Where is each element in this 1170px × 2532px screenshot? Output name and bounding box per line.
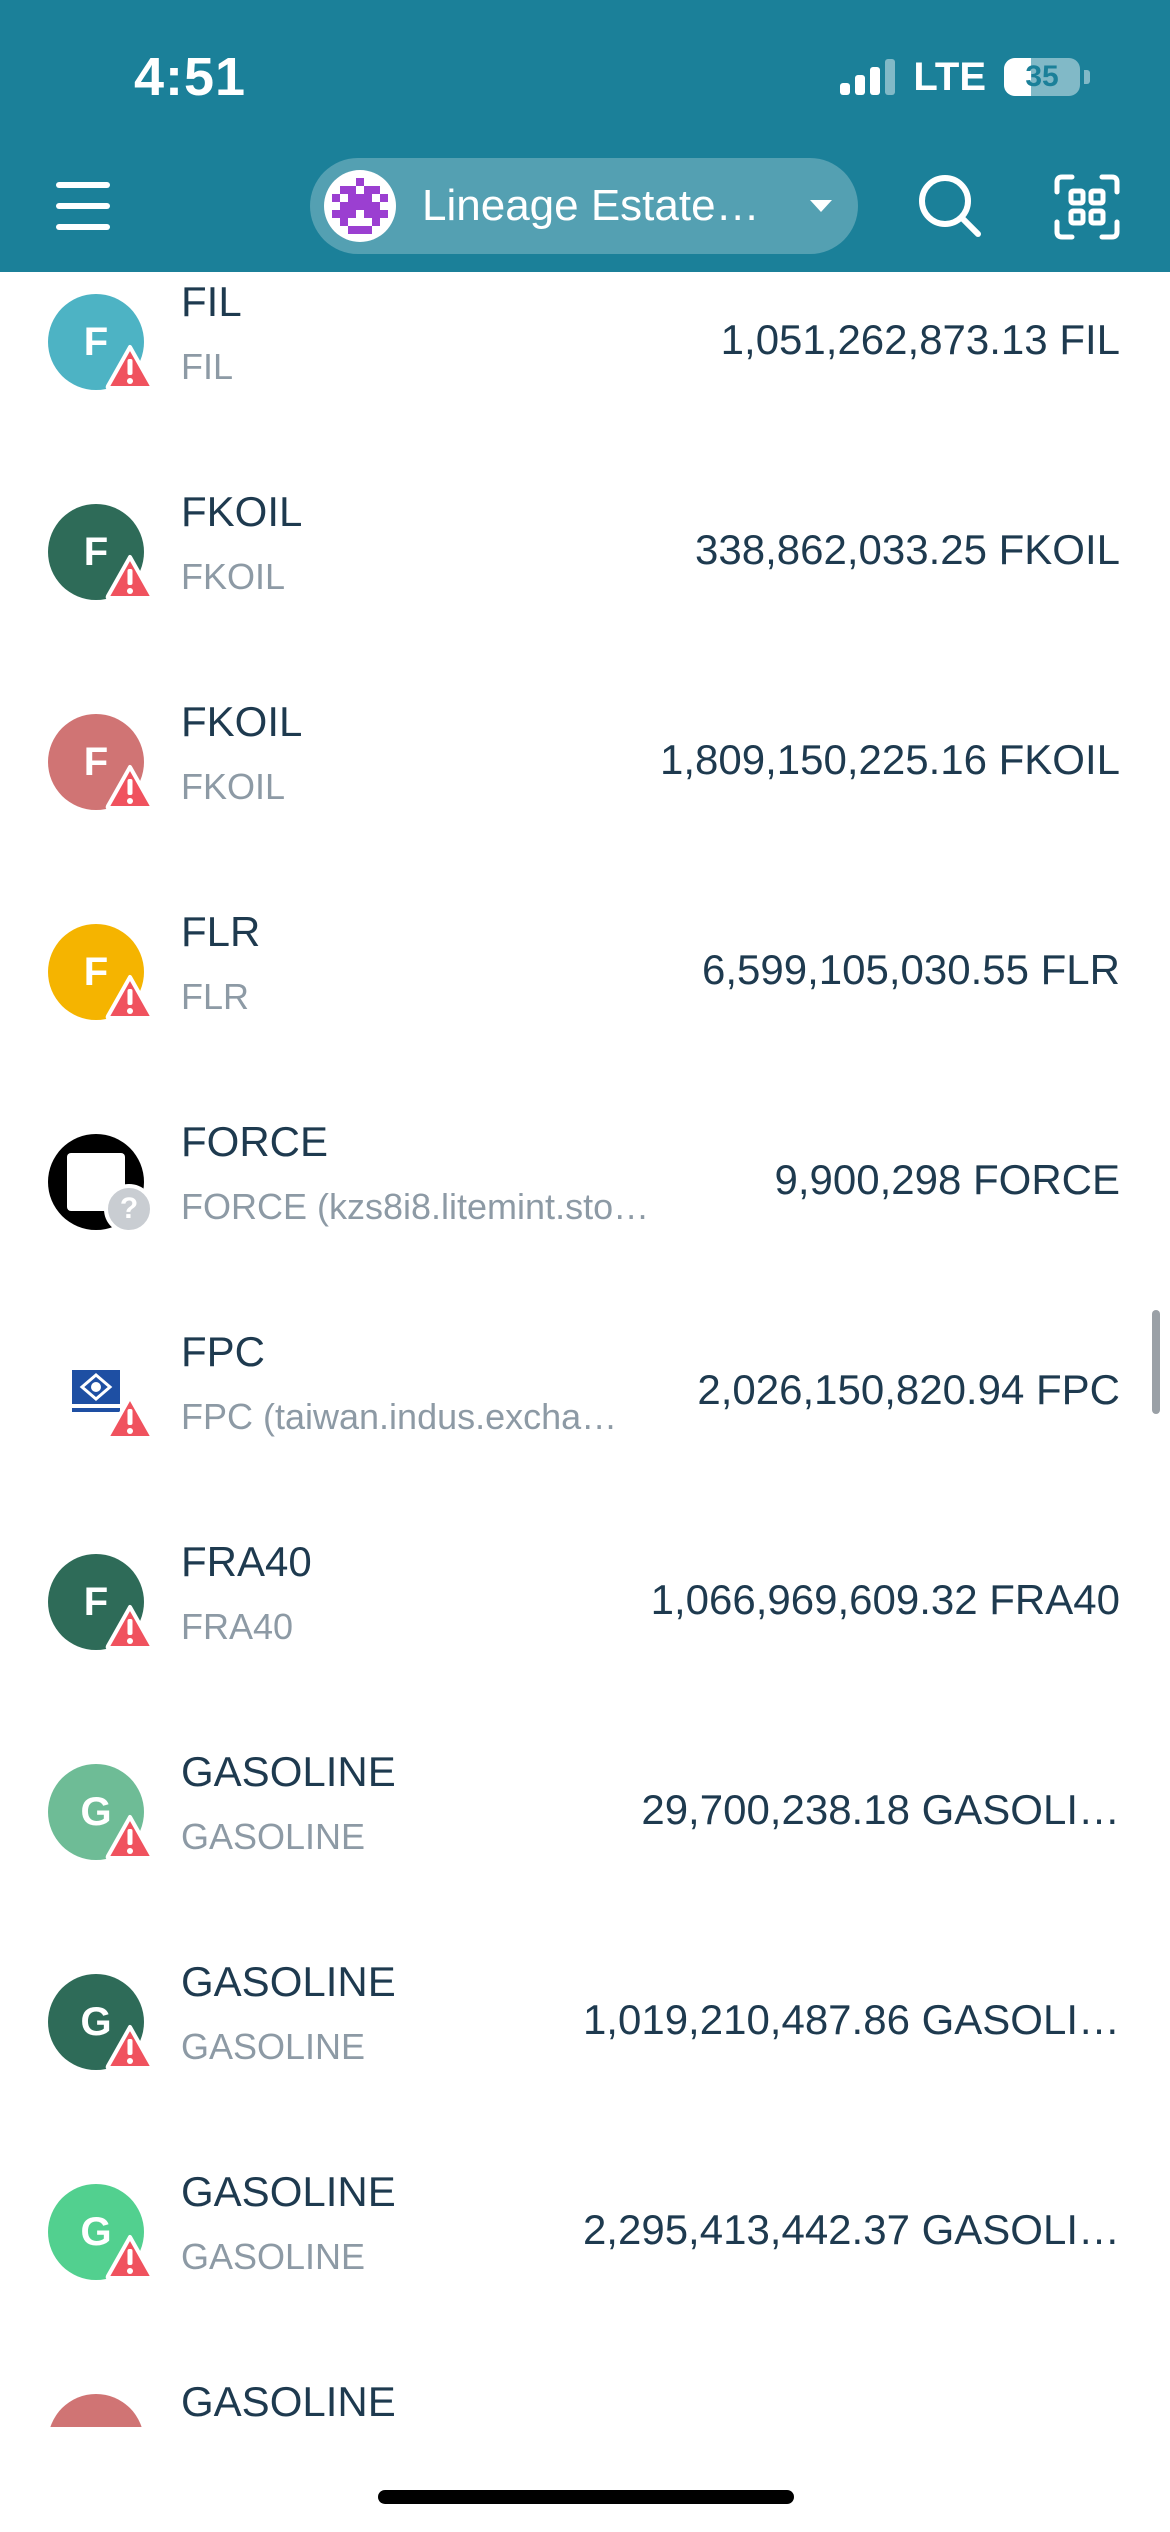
token-list[interactable]: F FIL FIL 1,051,262,873.13 FIL F FKOIL FKOIL 33… [0,272,1170,2427]
token-balance: 6,599,105,030.55 FLR [702,946,1120,993]
token-issuer: FIL [181,346,234,387]
token-issuer: FKOIL [181,556,286,597]
warning-icon [105,764,155,810]
warning-icon [105,1814,155,1860]
menu-button[interactable] [52,178,116,234]
token-balance: 2,295,413,442.37 GASOLI… [582,2206,1120,2253]
warning-icon [105,1604,155,1650]
token-balance: 9,900,298 FORCE [774,1156,1120,1203]
battery-icon: 35 [1004,58,1080,96]
battery-level: 35 [1025,60,1059,93]
warning-icon [105,974,155,1020]
search-icon[interactable] [916,172,984,240]
warning-icon [105,2234,155,2280]
token-balance: 29,700,238.18 GASOLI… [641,1786,1120,1833]
token-row[interactable]: G GASOLINE GASOLINE 29,700,238.18 GASOLI… [0,1707,1170,1917]
warning-icon [105,1394,155,1440]
home-indicator[interactable] [378,2490,794,2504]
token-balance: 1,809,150,225.16 FKOIL [659,736,1120,783]
token-issuer: GASOLINE [181,1816,366,1857]
token-row[interactable]: F FKOIL FKOIL 1,809,150,225.16 FKOIL [0,657,1170,867]
token-issuer: FLR [181,976,250,1017]
token-issuer: FRA40 [181,1606,294,1647]
token-balance: 1,051,262,873.13 FIL [720,316,1120,363]
token-row[interactable]: G GASOLINE [0,2337,1170,2427]
token-balance: 1,066,969,609.32 FRA40 [650,1576,1120,1623]
network-type: LTE [913,54,986,99]
token-row[interactable]: ? FORCE FORCE (kzs8i8.litemint.store) 9,900… [0,1077,1170,1287]
token-issuer: FKOIL [181,766,286,807]
token-name: GASOLINE [181,2168,396,2215]
nav-bar: Lineage Estate… [0,158,1170,254]
token-row[interactable]: F FLR FLR 6,599,105,030.55 FLR [0,867,1170,1077]
token-icon: G [48,2394,144,2427]
token-issuer: FORCE (kzs8i8.litemint.store) [181,1186,651,1227]
status-time: 4:51 [134,47,247,107]
token-issuer: GASOLINE [181,2026,366,2067]
token-row[interactable]: F FIL FIL 1,051,262,873.13 FIL [0,272,1170,447]
token-balance: 1,019,210,487.86 GASOLI… [582,1996,1120,2043]
token-name: FKOIL [181,698,303,745]
warning-icon [105,344,155,390]
token-name: GASOLINE [181,2378,396,2425]
token-balance: 338,862,033.25 FKOIL [695,526,1120,573]
token-name: FKOIL [181,488,303,535]
unknown-token-icon: ? [104,1184,154,1234]
battery-tip [1084,70,1090,84]
token-row[interactable]: F FRA40 FRA40 1,066,969,609.32 FRA40 [0,1497,1170,1707]
token-row[interactable]: F FKOIL FKOIL 338,862,033.25 FKOIL [0,447,1170,657]
app-header: 4:51 LTE 35 Lineage Estate… [0,0,1170,272]
token-name: FLR [181,908,261,955]
token-name: GASOLINE [181,1748,396,1795]
account-name: Lineage Estate… [422,181,760,230]
token-issuer: GASOLINE [181,2236,366,2277]
token-balance: 2,026,150,820.94 FPC [697,1366,1120,1413]
token-name: GASOLINE [181,1958,396,2005]
token-name: FPC [181,1328,265,1375]
signal-icon [840,59,896,95]
scrollbar[interactable] [1152,1310,1160,1414]
token-row[interactable]: G GASOLINE GASOLINE 1,019,210,487.86 GASOLI… [0,1917,1170,2127]
account-avatar-icon [324,170,396,242]
token-row[interactable]: G GASOLINE GASOLINE 2,295,413,442.37 GASOLI… [0,2127,1170,2337]
status-indicators: LTE 35 [840,52,1090,102]
caret-down-icon [810,200,832,212]
token-name: FORCE [181,1118,328,1165]
account-selector[interactable]: Lineage Estate… [310,158,858,254]
token-row[interactable]: FPC FPC (taiwan.indus.excha… 2,026,150,820… [0,1287,1170,1497]
warning-icon [105,554,155,600]
qr-scan-icon[interactable] [1054,174,1120,240]
token-name: FRA40 [181,1538,312,1585]
token-issuer: FPC (taiwan.indus.excha… [181,1396,618,1437]
token-name: FIL [181,278,242,325]
warning-icon [105,2024,155,2070]
